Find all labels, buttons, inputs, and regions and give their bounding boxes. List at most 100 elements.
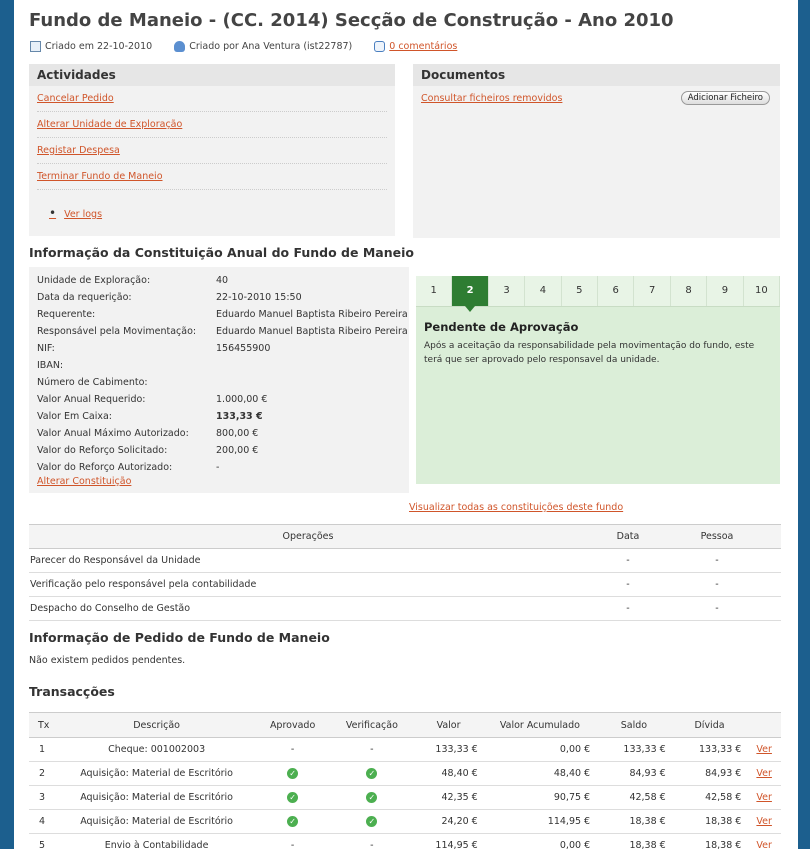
workflow-steps: 1 2 3 4 5 6 7 8 9 10 Pendente de Aprovação Após a… [416,276,781,484]
ver-link[interactable]: Ver [756,744,772,755]
actividades-title: Actividades [29,64,395,86]
page-title: Fundo de Maneio - (CC. 2014) Secção de C… [29,10,674,31]
tx-cell-desc: Aquisição: Material de Escritório [58,809,255,834]
info-label: Valor do Reforço Autorizado: [37,462,173,473]
operacoes-table: Operações Data Pessoa Parecer do Respons… [29,524,781,621]
actividade-item: Alterar Unidade de Exploração [37,112,387,138]
tx-header: Descrição [58,712,255,738]
ver-link[interactable]: Ver [756,792,772,803]
actividade-link[interactable]: Terminar Fundo de Maneio [37,171,163,182]
info-value: Eduardo Manuel Baptista Ribeiro Pereira [216,309,408,320]
user-icon [174,41,186,52]
actividade-link[interactable]: Alterar Unidade de Exploração [37,119,182,130]
tx-row: 2 Aquisição: Material de Escritório ✓ ✓ 48,4… [29,761,781,786]
tx-header [747,712,781,738]
tx-cell-tx: 4 [29,809,59,834]
ver-link[interactable]: Ver [756,816,772,827]
tx-cell-acum: 90,75 € [483,785,597,810]
view-all-constituicoes-link[interactable]: Visualizar todas as constituições deste … [409,502,623,513]
check-icon: ✓ [366,768,378,779]
pedido-heading: Informação de Pedido de Fundo de Maneio [29,630,330,645]
tx-cell-divida: 84,93 € [671,761,748,786]
tx-cell-verif: - [330,833,414,849]
ops-header-operacoes: Operações [29,524,587,549]
add-file-button[interactable]: Adicionar Ficheiro [680,91,770,105]
info-value: 200,00 € [216,445,259,456]
tx-cell-divida: 18,38 € [671,833,748,849]
info-value: - [216,462,220,473]
info-label: Requerente: [37,309,96,320]
step-tab[interactable]: 8 [671,276,708,306]
tx-cell-acum: 114,95 € [483,809,597,834]
tx-cell-desc: Aquisição: Material de Escritório [58,761,255,786]
actividade-item: Terminar Fundo de Maneio [37,164,387,190]
tx-cell-divida: 42,58 € [671,785,748,810]
page: Fundo de Maneio - (CC. 2014) Secção de C… [14,0,798,849]
comments-link[interactable]: 0 comentários [389,41,457,52]
tx-cell-divida: 133,33 € [671,737,748,762]
info-label: Valor do Reforço Solicitado: [37,445,168,456]
tx-row: 1 Cheque: 001002003- -133,33 €0,00 €133,33… [29,737,781,762]
actividades-list: Cancelar Pedido Alterar Unidade de Explor… [29,86,395,190]
tx-header: Aprovado [254,712,331,738]
tx-header: Valor [413,712,484,738]
tx-cell-tx: 3 [29,785,59,810]
tx-cell-saldo: 18,38 € [596,809,672,834]
tx-cell-valor: 48,40 € [413,761,484,786]
tx-header: Tx [29,712,59,738]
calendar-icon [30,41,41,52]
documentos-title: Documentos [413,64,780,86]
actividade-item: Registar Despesa [37,138,387,164]
step-tab[interactable]: 6 [598,276,635,306]
transaccoes-table: Tx Descrição Aprovado Verificação Valor Valor… [29,712,781,849]
actividade-item: Cancelar Pedido [37,86,387,112]
tx-cell-desc: Cheque: 001002003 [58,737,255,762]
tx-cell-valor: 42,35 € [413,785,484,810]
ops-cell: Parecer do Responsável da Unidade [29,548,587,573]
info-label: Número de Cabimento: [37,377,148,388]
meta-bar: Criado em 22-10-2010 Criado por Ana Vent… [30,41,479,52]
info-value: 40 [216,275,229,286]
check-icon: ✓ [287,792,299,803]
ops-header-pessoa: Pessoa [669,524,765,549]
ops-row: Parecer do Responsável da Unidade - - [29,548,781,573]
removed-files-link[interactable]: Consultar ficheiros removidos [421,93,562,104]
tx-cell-saldo: 18,38 € [596,833,672,849]
tx-cell-valor: 133,33 € [413,737,484,762]
ops-cell: - [587,596,669,621]
ops-header-data: Data [587,524,669,549]
tx-cell-aprov: - [254,833,331,849]
ver-link[interactable]: Ver [756,840,772,849]
step-tab[interactable]: 1 [416,276,453,306]
alterar-constituicao-link[interactable]: Alterar Constituição [37,476,131,487]
info-value: 1.000,00 € [216,394,268,405]
tx-cell-desc: Aquisição: Material de Escritório [58,785,255,810]
info-label: Responsável pela Movimentação: [37,326,197,337]
tx-header: Verificação [330,712,414,738]
check-icon: ✓ [366,816,378,827]
tx-cell-acum: 48,40 € [483,761,597,786]
transaccoes-heading: Transacções [29,684,115,699]
step-tab[interactable]: 4 [525,276,562,306]
step-tab[interactable]: 9 [707,276,744,306]
info-label: NIF: [37,343,55,354]
pedido-text: Não existem pedidos pendentes. [29,655,186,666]
constituicao-heading: Informação da Constituição Anual do Fund… [29,245,414,260]
step-tab[interactable]: 7 [634,276,671,306]
ops-cell: - [669,548,765,573]
tx-cell-saldo: 42,58 € [596,785,672,810]
info-value: 156455900 [216,343,271,354]
step-tab[interactable]: 3 [489,276,526,306]
actividade-link[interactable]: Cancelar Pedido [37,93,114,104]
info-value: 22-10-2010 15:50 [216,292,302,303]
tx-cell-tx: 1 [29,737,59,762]
ops-cell: - [587,572,669,597]
ver-link[interactable]: Ver [756,768,772,779]
actividade-link[interactable]: Registar Despesa [37,145,120,156]
step-tab[interactable]: 10 [744,276,781,306]
tx-row: 3 Aquisição: Material de Escritório ✓ ✓ 42,3… [29,785,781,810]
step-tab[interactable]: 2 [452,276,489,312]
ver-logs-link[interactable]: Ver logs [49,206,102,220]
step-tab[interactable]: 5 [562,276,599,306]
check-icon: ✓ [366,792,378,803]
